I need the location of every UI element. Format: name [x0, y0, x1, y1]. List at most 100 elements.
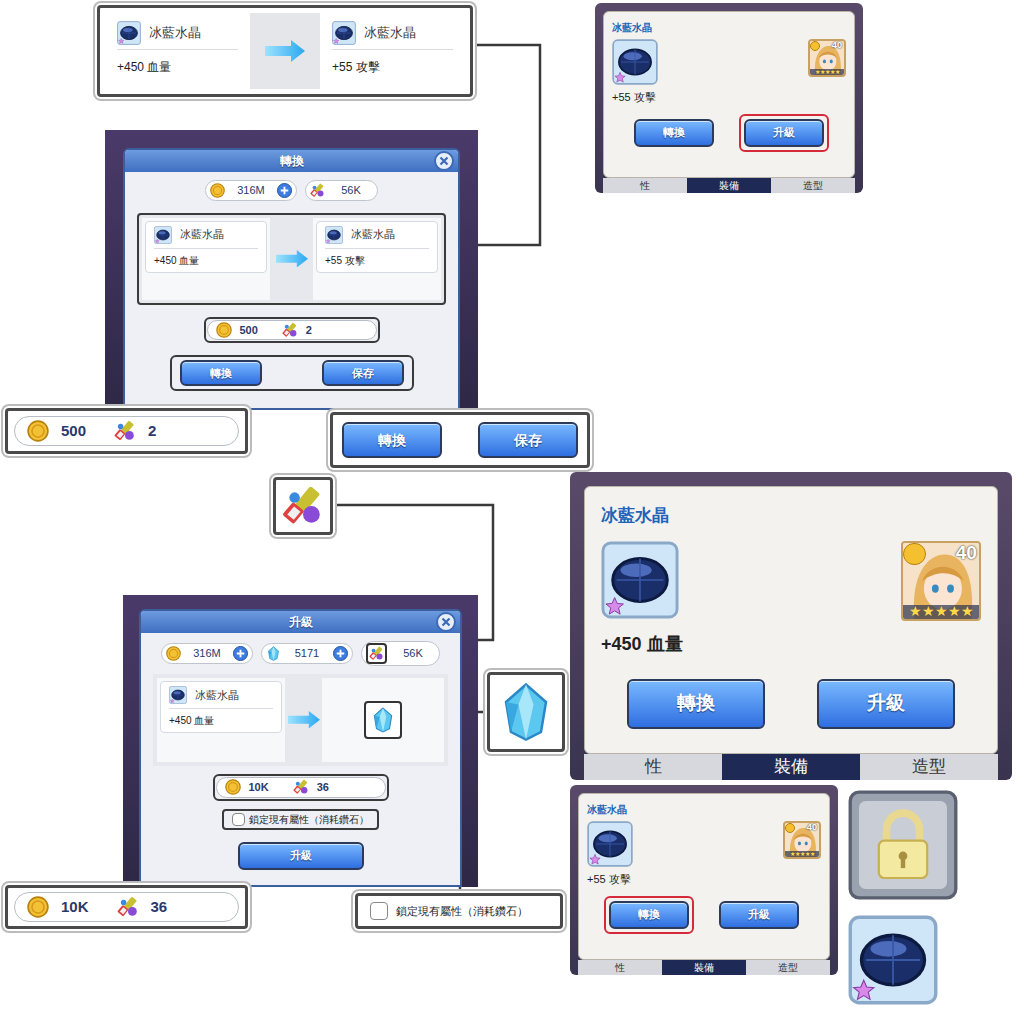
- upgrade-preview: 冰藍水晶+450 血量: [153, 674, 448, 766]
- crystal-icon: [496, 682, 556, 742]
- game-button[interactable]: 轉換: [634, 119, 714, 147]
- panel-stat: +55 攻擊: [612, 89, 658, 106]
- item-stat: +450 血量: [117, 50, 238, 76]
- gem-icon: [848, 915, 938, 1005]
- gem-icon: [154, 226, 172, 244]
- gold-coin-icon: [27, 420, 49, 442]
- game-button[interactable]: 轉換: [342, 422, 442, 458]
- item-panel: 冰藍水晶+55 攻擊40★★★★★轉換升級性裝備造型: [595, 3, 863, 193]
- lock-option[interactable]: 鎖定現有屬性（消耗鑽石）: [222, 809, 379, 830]
- lock-option-label: 鎖定現有屬性（消耗鑽石）: [249, 812, 369, 827]
- lock-icon: [848, 790, 958, 900]
- game-button[interactable]: 保存: [478, 422, 578, 458]
- panel-tab[interactable]: 性: [584, 754, 722, 780]
- gold-coin-icon: [27, 896, 49, 918]
- cost-pill: 10K36: [216, 777, 386, 798]
- cost-amount: 2: [148, 420, 156, 443]
- checkbox[interactable]: [370, 902, 388, 920]
- dialog-title: 升級: [289, 613, 313, 631]
- star-icon: ★: [948, 605, 961, 619]
- tool-icon-callout: [273, 477, 333, 535]
- gem-icon: [169, 686, 187, 704]
- panel-stat: +55 攻擊: [587, 871, 633, 888]
- currency-item: 5171: [261, 643, 353, 664]
- star-icon: ★: [815, 69, 820, 75]
- checkbox[interactable]: [232, 813, 245, 826]
- star-icon: ★: [795, 851, 800, 857]
- gold-coin-icon: [210, 183, 225, 198]
- currency-amount: 5171: [285, 645, 329, 662]
- star-icon: ★: [935, 605, 948, 619]
- currency-amount: 316M: [185, 645, 229, 662]
- item-name: 冰藍水晶: [364, 23, 416, 43]
- gold-coin-icon: [166, 646, 181, 661]
- lock-option-callout: 鎖定現有屬性（消耗鑽石）: [355, 893, 563, 929]
- star-icon: ★: [961, 605, 974, 619]
- game-button[interactable]: 轉換: [180, 360, 262, 386]
- panel-tab[interactable]: 裝備: [722, 754, 860, 780]
- gem-icon: [612, 39, 658, 85]
- buttons-callout: 轉換保存: [330, 412, 590, 468]
- panel-tab[interactable]: 裝備: [662, 960, 746, 975]
- panel-tab[interactable]: 造型: [746, 960, 830, 975]
- game-button[interactable]: 升級: [744, 119, 824, 147]
- cost-amount: 500: [61, 420, 86, 443]
- star-icon: ★: [810, 851, 815, 857]
- panel-tab[interactable]: 性: [603, 178, 687, 193]
- cost-amount: 10K: [61, 896, 89, 919]
- upgrade-tool-icon: [117, 896, 139, 918]
- game-button[interactable]: 轉換: [609, 901, 689, 929]
- item-card: 冰藍水晶+450 血量: [145, 221, 267, 273]
- close-icon[interactable]: [434, 151, 454, 171]
- cost-pill: 500 2: [207, 320, 377, 341]
- dialog-title-bar: 升級: [141, 611, 460, 633]
- star-icon: ★: [805, 851, 810, 857]
- add-icon[interactable]: [333, 646, 348, 661]
- star-icon: ★: [820, 69, 825, 75]
- currency-item: 56K: [305, 180, 378, 201]
- cost-amount: 10K: [249, 779, 269, 796]
- game-button[interactable]: 升級: [817, 679, 955, 729]
- convert-dialog-screen: 轉換 316M 56K 冰藍水晶+450 血量冰藍水晶+55 攻擊 500 2 轉換 保存: [105, 130, 478, 410]
- add-icon[interactable]: [233, 646, 248, 661]
- button-row: 轉換 保存: [170, 355, 414, 391]
- character-portrait: 40★★★★★: [783, 821, 821, 859]
- panel-tab[interactable]: 性: [578, 960, 662, 975]
- close-icon[interactable]: [436, 612, 456, 632]
- button-highlight: 升級: [739, 114, 829, 152]
- panel-title: 冰藍水晶: [601, 503, 981, 529]
- panel-buttons: 轉換 升級: [601, 674, 981, 734]
- upgrade-tool-icon: [282, 322, 298, 338]
- item-stat: +450 血量: [154, 249, 258, 268]
- crystal-callout: [487, 672, 565, 752]
- tutorial-canvas: 冰藍水晶+450 血量冰藍水晶+55 攻擊轉換316M56K冰藍水晶+450 血…: [0, 0, 1024, 1024]
- currency-item: 316M: [205, 180, 297, 201]
- crystal-icon: [266, 646, 281, 661]
- game-button[interactable]: 升級: [719, 901, 799, 929]
- panel-tab[interactable]: 裝備: [687, 178, 771, 193]
- panel-tab[interactable]: 造型: [771, 178, 855, 193]
- panel-tab[interactable]: 造型: [860, 754, 998, 780]
- item-card: 冰藍水晶+450 血量: [160, 681, 282, 733]
- upgrade-dialog-screen: 升級316M517156K冰藍水晶+450 血量10K36鎖定現有屬性（消耗鑽石…: [123, 595, 478, 887]
- game-button[interactable]: 升級: [238, 842, 364, 870]
- item-card: 冰藍水晶+55 攻擊: [316, 221, 438, 273]
- cost-amount: 500: [240, 322, 258, 339]
- star-icon: ★: [790, 851, 795, 857]
- currency-bar: 316M517156K: [161, 641, 440, 666]
- cost-callout: 500 2: [5, 408, 248, 454]
- panel-stat: +450 血量: [601, 631, 683, 658]
- game-button[interactable]: 轉換: [627, 679, 765, 729]
- cost-amount: 2: [306, 322, 312, 339]
- arrow-icon: [288, 711, 320, 729]
- star-icon: ★: [830, 69, 835, 75]
- game-button[interactable]: 保存: [322, 360, 404, 386]
- gold-coin-icon: [216, 322, 232, 338]
- gem-icon-tile: [848, 915, 938, 1005]
- lock-option-label: 鎖定現有屬性（消耗鑽石）: [396, 903, 528, 920]
- currency-item: 316M: [161, 643, 253, 664]
- arrow-icon: [265, 40, 305, 62]
- star-rating: ★★★★★: [810, 69, 844, 75]
- add-icon[interactable]: [277, 183, 292, 198]
- upgrade-tool-icon: [282, 485, 324, 527]
